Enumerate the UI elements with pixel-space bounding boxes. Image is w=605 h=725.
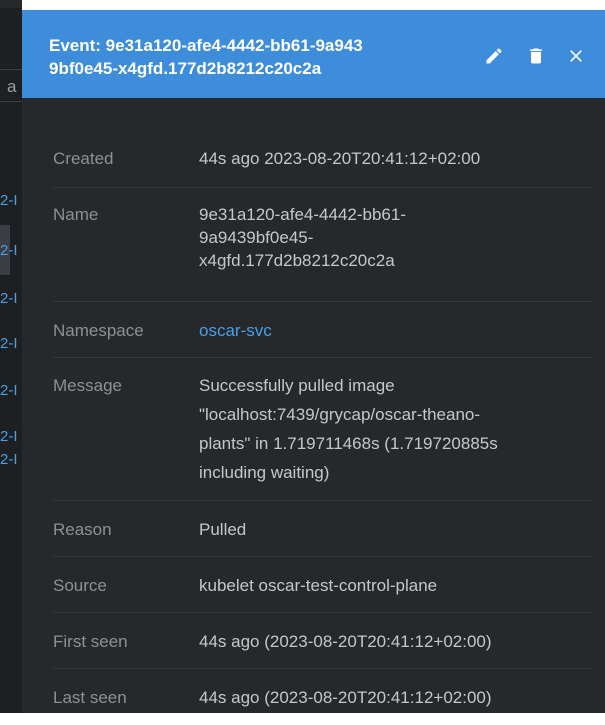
background-link-fragment[interactable]: 2-I bbox=[0, 335, 18, 353]
message-value-line: plants" in 1.719711468s (1.719720885s bbox=[199, 434, 498, 453]
last-seen-label: Last seen bbox=[53, 688, 127, 707]
detail-row-first-seen: First seen 44s ago (2023-08-20T20:41:12+… bbox=[53, 613, 593, 669]
source-label: Source bbox=[53, 576, 107, 595]
created-label: Created bbox=[53, 149, 114, 168]
name-value-line: 9a9439bf0e45- bbox=[199, 228, 314, 247]
background-link-fragment[interactable]: 2-I bbox=[0, 242, 18, 260]
detail-row-namespace: Namespace oscar-svc bbox=[53, 302, 593, 358]
background-app: a 2-I 2-I 2-I 2-I 2-I 2-I 2-I bbox=[0, 0, 22, 713]
event-details-list: Created 44s ago 2023-08-20T20:41:12+02:0… bbox=[53, 128, 593, 725]
name-value-line: x4gfd.177d2b8212c20c2a bbox=[199, 251, 395, 270]
event-details-drawer: Event: 9e31a120-afe4-4442-bb61-9a943 9bf… bbox=[22, 10, 605, 713]
name-label: Name bbox=[53, 205, 99, 224]
background-link-fragment[interactable]: 2-I bbox=[0, 290, 18, 308]
background-link-fragment[interactable]: 2-I bbox=[0, 192, 18, 210]
event-title: Event: 9e31a120-afe4-4442-bb61-9a943 9bf… bbox=[49, 34, 479, 80]
delete-icon bbox=[530, 48, 542, 64]
namespace-label: Namespace bbox=[53, 321, 144, 340]
last-seen-value: 44s ago (2023-08-20T20:41:12+02:00) bbox=[199, 688, 492, 707]
detail-row-source: Source kubelet oscar-test-control-plane bbox=[53, 557, 593, 613]
edit-button[interactable] bbox=[481, 43, 507, 69]
close-icon bbox=[570, 50, 582, 62]
event-title-line-1: Event: 9e31a120-afe4-4442-bb61-9a943 bbox=[49, 36, 363, 55]
event-title-line-2: 9bf0e45-x4gfd.177d2b8212c20c2a bbox=[49, 59, 322, 78]
message-value-line: including waiting) bbox=[199, 463, 330, 482]
name-value-line: 9e31a120-afe4-4442-bb61- bbox=[199, 205, 407, 224]
background-topbar bbox=[0, 0, 22, 8]
reason-value: Pulled bbox=[199, 520, 247, 539]
first-seen-label: First seen bbox=[53, 632, 128, 651]
delete-button[interactable] bbox=[523, 43, 549, 69]
edit-icon bbox=[486, 48, 502, 64]
background-link-fragment[interactable]: 2-I bbox=[0, 382, 18, 400]
message-value-line: Successfully pulled image bbox=[199, 376, 395, 395]
background-link-fragment[interactable]: 2-I bbox=[0, 428, 18, 446]
message-label: Message bbox=[53, 376, 122, 395]
source-value: kubelet oscar-test-control-plane bbox=[199, 576, 438, 595]
detail-row-name: Name 9e31a120-afe4-4442-bb61- 9a9439bf0e… bbox=[53, 188, 593, 302]
detail-row-reason: Reason Pulled bbox=[53, 501, 593, 557]
detail-row-last-seen: Last seen 44s ago (2023-08-20T20:41:12+0… bbox=[53, 669, 593, 725]
message-value-line: "localhost:7439/grycap/oscar-theano- bbox=[199, 405, 481, 424]
message-value: Successfully pulled image "localhost:743… bbox=[199, 371, 593, 500]
detail-row-message: Message Successfully pulled image "local… bbox=[53, 358, 593, 501]
drawer-header: Event: 9e31a120-afe4-4442-bb61-9a943 9bf… bbox=[22, 10, 605, 98]
background-link-fragment[interactable]: 2-I bbox=[0, 451, 18, 469]
reason-label: Reason bbox=[53, 520, 112, 539]
top-margin bbox=[22, 0, 605, 10]
created-value: 44s ago 2023-08-20T20:41:12+02:00 bbox=[199, 149, 481, 168]
detail-row-created: Created 44s ago 2023-08-20T20:41:12+02:0… bbox=[53, 128, 593, 188]
background-search-fragment[interactable]: a bbox=[0, 69, 22, 102]
name-value: 9e31a120-afe4-4442-bb61- 9a9439bf0e45- x… bbox=[199, 203, 593, 301]
close-button[interactable] bbox=[563, 43, 589, 69]
first-seen-value: 44s ago (2023-08-20T20:41:12+02:00) bbox=[199, 632, 492, 651]
namespace-link[interactable]: oscar-svc bbox=[199, 319, 593, 357]
